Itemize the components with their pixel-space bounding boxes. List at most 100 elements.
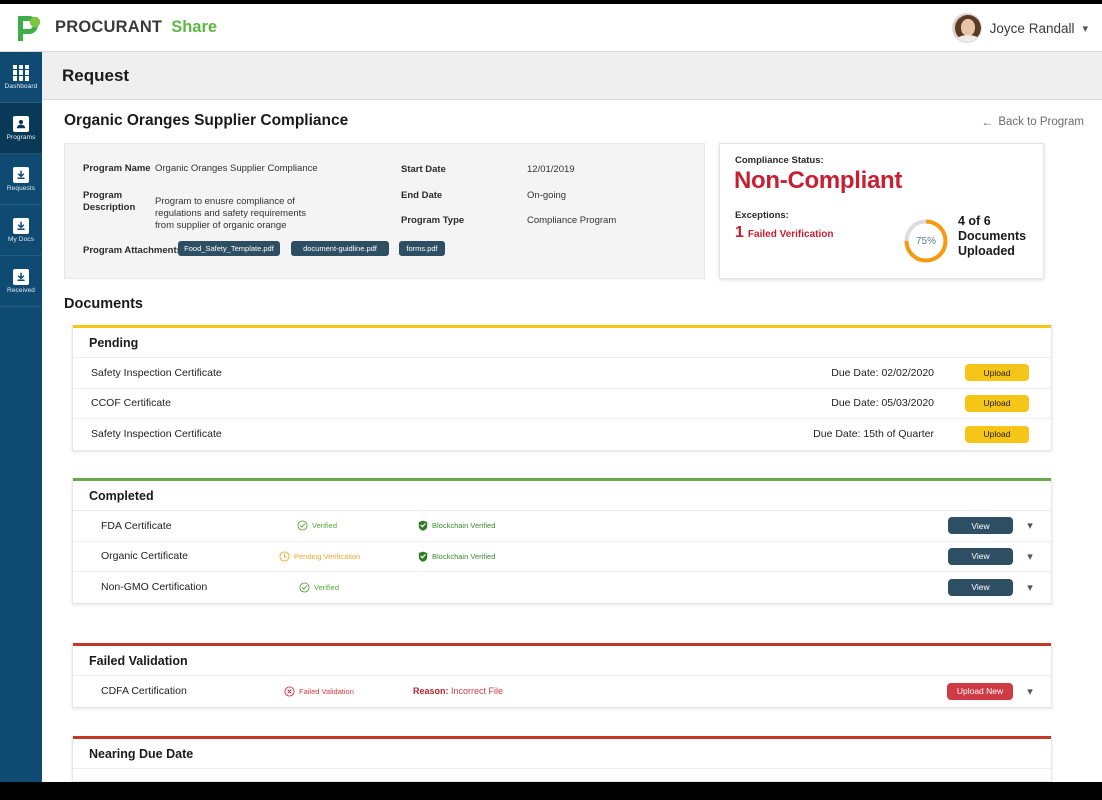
sidebar-item-my-docs[interactable]: My Docs — [0, 205, 42, 256]
download-box-icon — [13, 268, 29, 285]
chevron-down-icon[interactable]: ▾ — [1082, 22, 1088, 35]
program-type-value: Compliance Program — [527, 215, 617, 226]
table-row: Non-GMO Certification Verified View ▾ — [73, 572, 1051, 603]
view-button[interactable]: View — [948, 578, 1013, 596]
table-row: Safety Inspection Certificate Due Date: … — [73, 419, 1051, 450]
group-title: Pending — [73, 328, 1051, 358]
sidebar-item-label: Dashboard — [4, 82, 38, 90]
table-row: CDFA Certification Failed Validation Rea… — [73, 676, 1051, 707]
upload-new-button[interactable]: Upload New — [947, 682, 1013, 700]
attachment-chip[interactable]: forms.pdf — [399, 241, 445, 256]
document-name: FDA Certificate — [101, 519, 172, 532]
status-label: Verified — [312, 521, 338, 531]
sidebar-item-label: My Docs — [8, 235, 34, 243]
status-badge-pending: Pending Verification — [279, 551, 360, 562]
exception-summary: 1 Failed Verification — [735, 224, 834, 242]
sidebar-item-label: Requests — [6, 184, 36, 192]
chevron-down-icon[interactable]: ▾ — [1023, 519, 1037, 532]
check-circle-icon — [297, 520, 308, 531]
docs-count-line-3: Uploaded — [958, 244, 1015, 258]
download-box-icon — [13, 217, 29, 234]
avatar — [951, 13, 982, 43]
end-date-value: On-going — [527, 190, 567, 201]
program-description-label-1: Program — [83, 190, 123, 201]
program-name-value: Organic Oranges Supplier Compliance — [155, 163, 318, 174]
status-badge-blockchain: Blockchain Verified — [418, 520, 495, 532]
sidebar-item-received[interactable]: Received — [0, 256, 42, 307]
view-button[interactable]: View — [948, 547, 1013, 565]
program-name-label: Program Name — [83, 163, 151, 174]
status-label: Blockchain Verified — [432, 551, 496, 561]
attachment-chip[interactable]: document-guidline.pdf — [291, 241, 389, 256]
document-name: CDFA Certification — [101, 685, 187, 698]
programs-icon — [13, 115, 29, 132]
sidebar-item-label: Received — [7, 286, 35, 294]
status-label: Failed Validation — [299, 686, 354, 696]
page-header: Request — [42, 52, 1102, 100]
start-date-value: 12/01/2019 — [527, 164, 575, 175]
check-circle-icon — [299, 582, 310, 593]
table-row: Organic Certificate Pending Verification… — [73, 542, 1051, 572]
document-group-nearing-due-date: Nearing Due Date — [72, 736, 1052, 782]
sidebar-item-dashboard[interactable]: Dashboard — [0, 52, 42, 103]
brand-sub-name: Share — [171, 18, 218, 36]
group-title: Nearing Due Date — [73, 739, 1051, 769]
back-to-program-label: Back to Program — [998, 116, 1084, 128]
sidebar-item-requests[interactable]: Requests — [0, 154, 42, 205]
compliance-status-value: Non-Compliant — [734, 167, 903, 194]
exceptions-label: Exceptions: — [735, 210, 789, 221]
reason-label: Reason: — [413, 686, 449, 697]
reason-value: Incorrect File — [451, 686, 504, 697]
group-title: Failed Validation — [73, 646, 1051, 676]
program-attachments-label: Program Attachments — [83, 245, 182, 256]
program-description-value-2: regulations and safety requirements — [155, 208, 307, 219]
document-name: Non-GMO Certification — [101, 581, 208, 594]
table-row: Safety Inspection Certificate Due Date: … — [73, 358, 1051, 389]
documents-progress-donut: 75% — [902, 217, 950, 265]
document-name: Safety Inspection Certificate — [91, 366, 222, 379]
page-title: Request — [62, 65, 130, 85]
x-circle-icon — [284, 686, 295, 697]
upload-button[interactable]: Upload — [965, 425, 1029, 443]
program-info-card: Program Name Organic Oranges Supplier Co… — [64, 143, 705, 279]
upload-button[interactable]: Upload — [965, 394, 1029, 412]
status-badge-verified: Verified — [299, 582, 339, 593]
user-menu[interactable]: Joyce Randall ▾ — [951, 4, 1088, 52]
upload-button[interactable]: Upload — [965, 364, 1029, 382]
program-type-label: Program Type — [401, 215, 465, 226]
compliance-status-card: Compliance Status: Non-Compliant Excepti… — [719, 143, 1044, 279]
program-description-label-2: Description — [83, 202, 136, 213]
chevron-down-icon[interactable]: ▾ — [1023, 550, 1037, 563]
grid-icon — [13, 64, 29, 81]
document-name: Safety Inspection Certificate — [91, 428, 222, 441]
group-title: Completed — [73, 481, 1051, 511]
program-description-value-3: from supplier of organic orange — [155, 220, 287, 231]
top-navigation-bar: PROCURANT Share Joyce Randall ▾ — [0, 4, 1102, 52]
shield-check-icon — [418, 520, 428, 532]
chevron-down-icon[interactable]: ▾ — [1023, 685, 1037, 698]
chevron-down-icon[interactable]: ▾ — [1023, 581, 1037, 594]
status-badge-failed: Failed Validation — [284, 686, 354, 697]
progress-percent-label: 75% — [915, 235, 936, 247]
end-date-label: End Date — [401, 190, 443, 201]
exception-count: 1 — [735, 224, 744, 241]
status-badge-blockchain: Blockchain Verified — [418, 551, 495, 562]
shield-check-icon — [418, 551, 428, 562]
device-frame: PROCURANT Share Joyce Randall ▾ Dashboar… — [0, 0, 1102, 800]
app-viewport: PROCURANT Share Joyce Randall ▾ Dashboar… — [0, 4, 1102, 782]
sidebar-item-programs[interactable]: Programs — [0, 103, 42, 154]
attachment-chip[interactable]: Food_Safety_Template.pdf — [178, 241, 280, 256]
procurant-p-logo-icon[interactable] — [14, 13, 44, 43]
status-label: Pending Verification — [294, 551, 361, 561]
sidebar: Dashboard Programs Requests My Docs Rece — [0, 52, 42, 782]
view-button[interactable]: View — [948, 517, 1013, 535]
program-description-value-1: Program to enusre compliance of — [155, 196, 295, 207]
compliance-status-label: Compliance Status: — [735, 155, 824, 166]
document-due-date: Due Date: 15th of Quarter — [813, 428, 934, 441]
exception-text: Failed Verification — [747, 229, 834, 240]
back-to-program-link[interactable]: ← Back to Program — [981, 115, 1084, 129]
status-badge-verified: Verified — [297, 520, 337, 531]
download-box-icon — [13, 166, 29, 183]
docs-count-line-1: 4 of 6 — [958, 214, 991, 228]
document-due-date: Due Date: 02/02/2020 — [831, 366, 934, 379]
